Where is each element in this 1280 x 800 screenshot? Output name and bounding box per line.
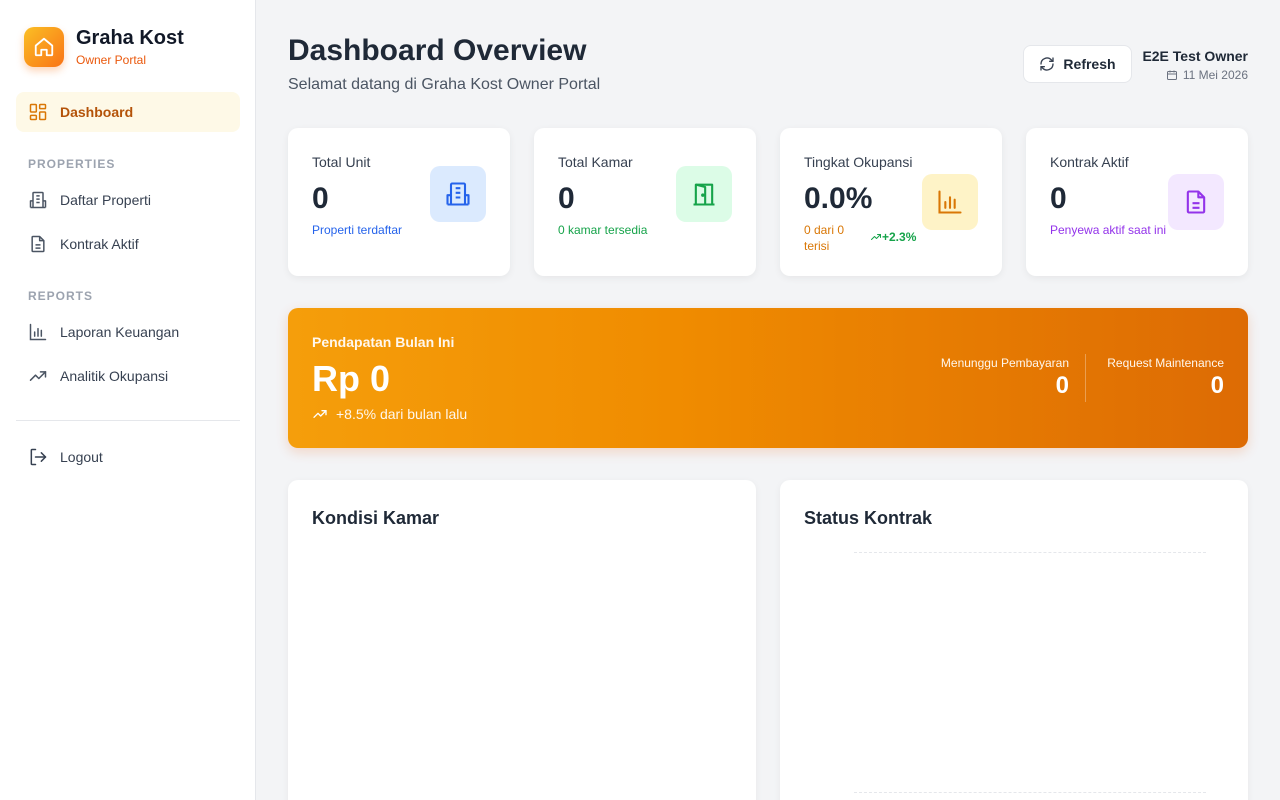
- dashboard-icon: [28, 102, 48, 122]
- pending-payment-label: Menunggu Pembayaran: [940, 356, 1069, 370]
- section-label-properties: PROPERTIES: [28, 157, 116, 171]
- sidebar-item-label: Dashboard: [60, 104, 134, 120]
- refresh-label: Refresh: [1063, 56, 1116, 72]
- brand-title: Graha Kost: [76, 27, 184, 49]
- revenue-change-text: +8.5% dari bulan lalu: [336, 406, 468, 422]
- trend-value: +2.3%: [882, 230, 917, 244]
- stat-value: 0: [558, 182, 575, 215]
- panel-title: Kondisi Kamar: [312, 508, 440, 528]
- panel-kondisi-kamar: Kondisi Kamar: [288, 480, 756, 800]
- revenue-label: Pendapatan Bulan Ini: [312, 334, 455, 350]
- maintenance-request-label: Request Maintenance: [1107, 356, 1224, 370]
- page-subtitle: Selamat datang di Graha Kost Owner Porta…: [288, 76, 601, 93]
- stat-value: 0.0%: [804, 182, 873, 215]
- stat-card-tingkat-okupansi: Tingkat Okupansi 0.0% 0 dari 0 terisi +2…: [780, 128, 1002, 276]
- page-title: Dashboard Overview: [288, 34, 587, 67]
- sidebar-item-label: Analitik Okupansi: [60, 368, 169, 384]
- sidebar-divider: [16, 420, 240, 421]
- stat-subtext: Penyewa aktif saat ini: [1050, 223, 1167, 237]
- trending-up-icon: [871, 234, 881, 240]
- calendar-icon: [1166, 69, 1178, 81]
- sidebar-item-label: Logout: [60, 449, 103, 465]
- stat-card-total-kamar: Total Kamar 0 0 kamar tersedia: [534, 128, 756, 276]
- document-icon: [1168, 174, 1224, 230]
- logout-button[interactable]: Logout: [16, 437, 240, 477]
- stat-label: Total Unit: [312, 154, 371, 170]
- building-icon: [430, 166, 486, 222]
- logout-icon: [28, 447, 48, 467]
- user-name: E2E Test Owner: [1142, 48, 1248, 64]
- trend-indicator: +2.3%: [870, 230, 916, 244]
- trending-up-icon: [28, 366, 48, 386]
- sidebar-item-dashboard[interactable]: Dashboard: [16, 92, 240, 132]
- current-date: 11 Mei 2026: [1142, 68, 1248, 82]
- chart-gridline: [854, 552, 1206, 553]
- maintenance-request-value: 0: [1210, 372, 1224, 399]
- sidebar-item-analitik-okupansi[interactable]: Analitik Okupansi: [16, 356, 240, 396]
- sidebar-item-laporan-keuangan[interactable]: Laporan Keuangan: [16, 312, 240, 352]
- brand[interactable]: Graha Kost Owner Portal: [24, 26, 184, 68]
- chart-gridline: [854, 792, 1206, 793]
- stat-card-kontrak-aktif: Kontrak Aktif 0 Penyewa aktif saat ini: [1026, 128, 1248, 276]
- sidebar-item-label: Kontrak Aktif: [60, 236, 139, 252]
- revenue-banner: Pendapatan Bulan Ini Rp 0 +8.5% dari bul…: [288, 308, 1248, 448]
- revenue-divider: [1085, 354, 1086, 402]
- sidebar-item-label: Daftar Properti: [60, 192, 152, 208]
- document-icon: [28, 234, 48, 254]
- panel-title: Status Kontrak: [804, 508, 933, 528]
- refresh-button[interactable]: Refresh: [1023, 45, 1132, 83]
- stat-label: Kontrak Aktif: [1050, 154, 1129, 170]
- stat-subtext: 0 dari 0 terisi: [804, 223, 845, 253]
- panel-status-kontrak: Status Kontrak: [780, 480, 1248, 800]
- section-label-reports: REPORTS: [28, 289, 94, 303]
- refresh-icon: [1039, 56, 1055, 72]
- sidebar-item-kontrak-aktif[interactable]: Kontrak Aktif: [16, 224, 240, 264]
- stat-subtext: 0 kamar tersedia: [558, 223, 648, 237]
- sidebar: Graha Kost Owner Portal Dashboard PROPER…: [0, 0, 256, 800]
- stat-label: Total Kamar: [558, 154, 633, 170]
- revenue-value: Rp 0: [312, 358, 391, 399]
- bar-chart-icon: [28, 322, 48, 342]
- stat-value: 0: [312, 182, 329, 215]
- building-icon: [28, 190, 48, 210]
- stat-label: Tingkat Okupansi: [804, 154, 913, 170]
- revenue-change: +8.5% dari bulan lalu: [312, 406, 467, 422]
- maintenance-request-stat: Request Maintenance 0: [1107, 356, 1224, 400]
- stat-card-total-unit: Total Unit 0 Properti terdaftar: [288, 128, 510, 276]
- brand-subtitle: Owner Portal: [76, 53, 147, 67]
- sidebar-item-label: Laporan Keuangan: [60, 324, 180, 340]
- sidebar-item-daftar-properti[interactable]: Daftar Properti: [16, 180, 240, 220]
- pending-payment-stat: Menunggu Pembayaran 0: [941, 356, 1069, 400]
- trending-up-icon: [312, 406, 328, 422]
- stat-value: 0: [1050, 182, 1067, 215]
- pending-payment-value: 0: [1055, 372, 1069, 399]
- user-info: E2E Test Owner 11 Mei 2026: [1142, 48, 1248, 82]
- bar-chart-icon: [922, 174, 978, 230]
- stat-subtext: Properti terdaftar: [312, 223, 403, 237]
- door-icon: [676, 166, 732, 222]
- home-icon: [24, 27, 64, 67]
- date-text: 11 Mei 2026: [1182, 68, 1248, 82]
